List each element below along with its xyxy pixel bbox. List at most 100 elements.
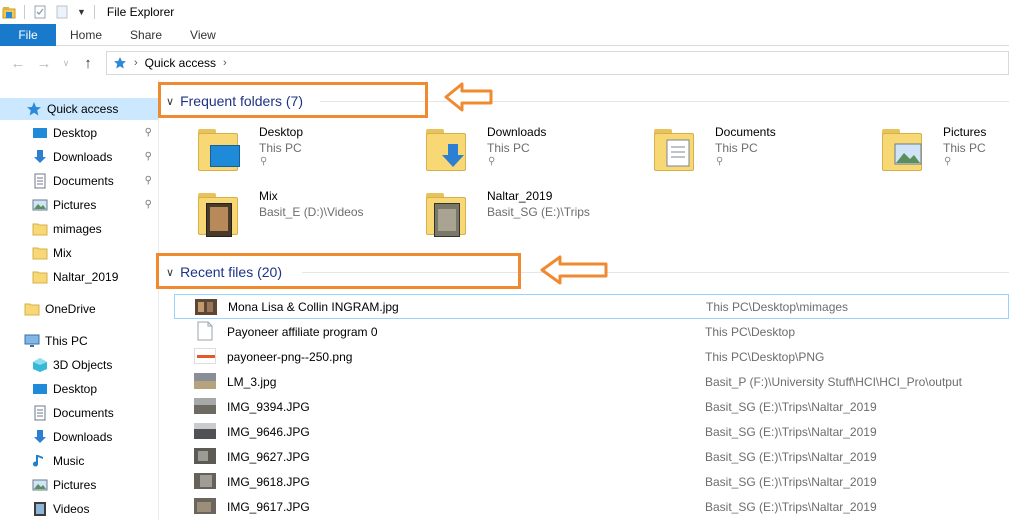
up-arrow-icon[interactable]: ↑ bbox=[78, 55, 98, 72]
quick-access-star-icon bbox=[114, 57, 126, 69]
image-thumbnail-icon bbox=[194, 498, 216, 514]
image-thumbnail-icon bbox=[195, 299, 217, 315]
folder-name: Pictures bbox=[943, 125, 987, 139]
documents-folder-icon bbox=[654, 127, 694, 171]
recent-file-row[interactable]: LM_3.jpg Basit_P (F:)\University Stuff\H… bbox=[174, 369, 1009, 394]
breadcrumb-quick-access[interactable]: Quick access bbox=[145, 56, 216, 70]
nav-item-this-pc[interactable]: This PC bbox=[0, 330, 158, 352]
folder-location: Basit_SG (E:)\Trips bbox=[487, 205, 590, 219]
address-bar[interactable]: › Quick access › bbox=[106, 51, 1009, 75]
properties-icon[interactable] bbox=[33, 5, 47, 19]
folder-name: Naltar_2019 bbox=[487, 189, 553, 203]
breadcrumb-chevron-icon[interactable]: › bbox=[223, 57, 227, 69]
pin-icon[interactable]: ⚲ bbox=[260, 156, 267, 167]
content-pane: ∨ Frequent folders (7) Desktop This PC ⚲… bbox=[160, 80, 1009, 520]
back-arrow-icon[interactable]: ← bbox=[8, 55, 28, 72]
title-separator bbox=[93, 5, 95, 19]
pin-icon[interactable]: ⚲ bbox=[716, 156, 723, 167]
recent-locations-chevron-icon[interactable]: ∨ bbox=[56, 58, 76, 69]
file-name: IMG_9618.JPG bbox=[227, 474, 310, 489]
recent-file-row[interactable]: IMG_9617.JPG Basit_SG (E:)\Trips\Naltar_… bbox=[174, 494, 1009, 519]
recent-file-row[interactable]: Payoneer affiliate program 0 This PC\Des… bbox=[174, 319, 1009, 344]
mix-folder-icon bbox=[198, 191, 238, 237]
nav-item-onedrive[interactable]: OneDrive bbox=[0, 298, 158, 320]
folder-location: This PC bbox=[715, 141, 758, 155]
folder-location: This PC bbox=[487, 141, 530, 155]
forward-arrow-icon[interactable]: → bbox=[34, 55, 54, 72]
file-name: IMG_9627.JPG bbox=[227, 449, 310, 464]
nav-label: Pictures bbox=[53, 478, 97, 492]
nav-item-quick-access[interactable]: Quick access bbox=[0, 98, 158, 120]
image-thumbnail-icon bbox=[194, 398, 216, 414]
folder-tile-downloads[interactable]: Downloads This PC ⚲ bbox=[400, 125, 620, 183]
tab-home[interactable]: Home bbox=[56, 24, 116, 46]
nav-item-3d-objects[interactable]: 3D Objects bbox=[0, 354, 158, 376]
folder-tile-mix[interactable]: Mix Basit_E (D:)\Videos bbox=[172, 189, 392, 247]
recent-file-row[interactable]: IMG_9627.JPG Basit_SG (E:)\Trips\Naltar_… bbox=[174, 444, 1009, 469]
nav-label: Documents bbox=[53, 174, 114, 188]
pin-icon[interactable]: ⚲ bbox=[145, 127, 152, 138]
title-bar: ▼ File Explorer bbox=[0, 0, 1009, 24]
3d-objects-icon bbox=[33, 358, 47, 372]
file-path: Basit_SG (E:)\Trips\Naltar_2019 bbox=[705, 449, 877, 464]
pin-icon[interactable]: ⚲ bbox=[145, 175, 152, 186]
recent-file-row[interactable]: Mona Lisa & Collin INGRAM.jpg This PC\De… bbox=[174, 294, 1009, 319]
recent-file-row[interactable]: IMG_9394.JPG Basit_SG (E:)\Trips\Naltar_… bbox=[174, 394, 1009, 419]
folder-tile-naltar-2019[interactable]: Naltar_2019 Basit_SG (E:)\Trips bbox=[400, 189, 620, 247]
nav-item-mix[interactable]: Mix bbox=[0, 242, 158, 264]
annotation-arrow-icon bbox=[444, 82, 493, 112]
nav-item-desktop[interactable]: Desktop bbox=[0, 378, 158, 400]
nav-item-documents[interactable]: Documents bbox=[0, 402, 158, 424]
documents-icon bbox=[34, 405, 46, 421]
image-thumbnail-icon bbox=[194, 448, 216, 464]
nav-label: Music bbox=[53, 454, 85, 468]
file-name: IMG_9617.JPG bbox=[227, 499, 310, 514]
tab-file[interactable]: File bbox=[0, 24, 56, 46]
file-name: IMG_9646.JPG bbox=[227, 424, 310, 439]
file-name: Payoneer affiliate program 0 bbox=[227, 324, 378, 339]
desktop-icon bbox=[33, 128, 47, 138]
pictures-folder-icon bbox=[882, 127, 922, 171]
computer-icon bbox=[24, 334, 40, 347]
folder-location: This PC bbox=[259, 141, 302, 155]
nav-item-documents[interactable]: Documents ⚲ bbox=[0, 170, 158, 192]
documents-icon bbox=[34, 173, 46, 189]
tab-view[interactable]: View bbox=[176, 24, 230, 46]
pin-icon[interactable]: ⚲ bbox=[944, 156, 951, 167]
nav-item-downloads[interactable]: Downloads bbox=[0, 426, 158, 448]
tab-share[interactable]: Share bbox=[116, 24, 176, 46]
nav-item-naltar-2019[interactable]: Naltar_2019 bbox=[0, 266, 158, 288]
new-folder-icon[interactable] bbox=[55, 5, 69, 19]
nav-item-pictures[interactable]: Pictures ⚲ bbox=[0, 194, 158, 216]
recent-file-row[interactable]: IMG_9618.JPG Basit_SG (E:)\Trips\Naltar_… bbox=[174, 469, 1009, 494]
file-name: Mona Lisa & Collin INGRAM.jpg bbox=[228, 299, 399, 314]
folder-tile-documents[interactable]: Documents This PC ⚲ bbox=[628, 125, 848, 183]
nav-item-mimages[interactable]: mimages bbox=[0, 218, 158, 240]
recent-file-row[interactable]: payoneer-png--250.png This PC\Desktop\PN… bbox=[174, 344, 1009, 369]
nav-label: OneDrive bbox=[45, 302, 96, 316]
folder-tile-pictures[interactable]: Pictures This PC ⚲ bbox=[856, 125, 1009, 183]
nav-label: Quick access bbox=[47, 102, 119, 116]
image-thumbnail-icon bbox=[194, 423, 216, 439]
pin-icon[interactable]: ⚲ bbox=[488, 156, 495, 167]
nav-label: Videos bbox=[53, 502, 90, 516]
pin-icon[interactable]: ⚲ bbox=[145, 151, 152, 162]
file-path: Basit_SG (E:)\Trips\Naltar_2019 bbox=[705, 499, 877, 514]
pictures-icon bbox=[32, 479, 48, 491]
nav-item-pictures[interactable]: Pictures bbox=[0, 474, 158, 496]
nav-item-downloads[interactable]: Downloads ⚲ bbox=[0, 146, 158, 168]
nav-item-videos[interactable]: Videos bbox=[0, 498, 158, 520]
qat-dropdown-icon[interactable]: ▼ bbox=[77, 7, 86, 17]
recent-file-row[interactable]: IMG_9646.JPG Basit_SG (E:)\Trips\Naltar_… bbox=[174, 419, 1009, 444]
file-path: Basit_P (F:)\University Stuff\HCI\HCI_Pr… bbox=[705, 374, 962, 389]
downloads-folder-icon bbox=[426, 127, 466, 171]
nav-item-desktop[interactable]: Desktop ⚲ bbox=[0, 122, 158, 144]
pin-icon[interactable]: ⚲ bbox=[145, 199, 152, 210]
folder-icon bbox=[32, 247, 48, 260]
breadcrumb-chevron-icon[interactable]: › bbox=[134, 57, 138, 69]
nav-item-music[interactable]: Music bbox=[0, 450, 158, 472]
navigation-row: ← → ∨ ↑ › Quick access › bbox=[0, 46, 1009, 80]
folder-tile-desktop[interactable]: Desktop This PC ⚲ bbox=[172, 125, 392, 183]
nav-label: Naltar_2019 bbox=[53, 270, 119, 284]
downloads-icon bbox=[34, 150, 46, 163]
